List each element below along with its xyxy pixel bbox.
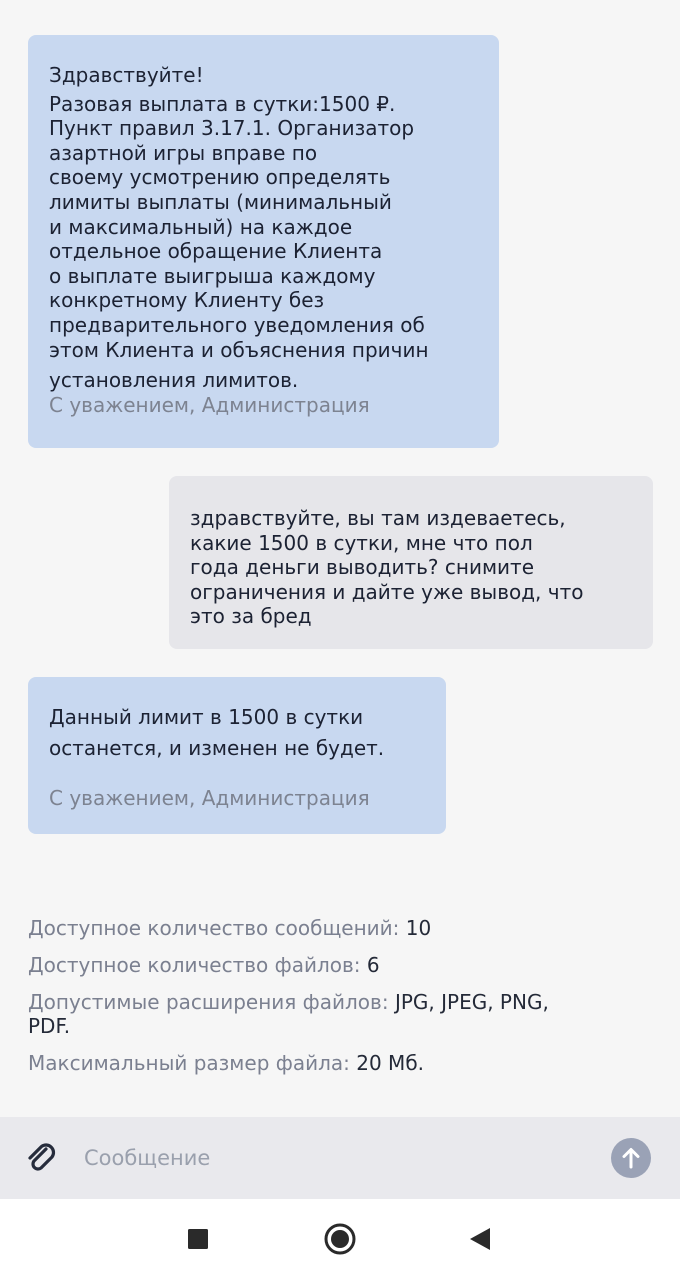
message-line: это за бред xyxy=(190,604,312,629)
system-nav-bar xyxy=(0,1199,680,1280)
info-value: PDF. xyxy=(28,1014,71,1038)
circle-icon xyxy=(324,1223,356,1255)
recents-button[interactable] xyxy=(178,1219,218,1259)
message-line: какие 1500 в сутки, мне что пол xyxy=(190,530,533,555)
message-line: этом Клиента и объяснения причин xyxy=(49,337,429,362)
message-input[interactable] xyxy=(84,1143,584,1173)
message-line: азартной игры вправе по xyxy=(49,140,318,165)
info-label: Доступное количество сообщений: xyxy=(28,916,400,940)
message-line: предварительного уведомления об xyxy=(49,312,425,337)
square-icon xyxy=(188,1229,208,1249)
message-line: отдельное обращение Клиента xyxy=(49,239,383,264)
info-label: Доступное количество файлов: xyxy=(28,953,361,977)
message-signature: С уважением, Администрация xyxy=(49,392,370,417)
chat-area[interactable]: Здравствуйте! Разовая выплата в сутки:15… xyxy=(0,0,680,1117)
arrow-up-icon xyxy=(622,1148,640,1169)
message-composer xyxy=(0,1117,680,1199)
triangle-back-icon xyxy=(470,1228,490,1250)
message-line: установления лимитов. xyxy=(49,368,299,393)
info-value: 20 Мб. xyxy=(356,1051,425,1075)
send-button[interactable] xyxy=(611,1138,651,1178)
message-line: Пункт правил 3.17.1. Организатор xyxy=(49,116,415,141)
message-line: ограничения и дайте уже вывод, что xyxy=(190,579,584,604)
allowed-extensions: Допустимые расширения файлов: JPG, JPEG,… xyxy=(28,990,658,1038)
message-line: Разовая выплата в сутки:1500 ₽. xyxy=(49,91,396,116)
message-line: своему усмотрению определять xyxy=(49,165,391,190)
info-value: 10 xyxy=(405,916,432,940)
messages-limit: Доступное количество сообщений: 10 xyxy=(28,916,658,940)
message-line: Здравствуйте! xyxy=(49,63,204,87)
message-line: о выплате выигрыша каждому xyxy=(49,263,376,288)
paperclip-icon[interactable] xyxy=(24,1140,60,1176)
info-value: 6 xyxy=(366,953,380,977)
files-limit: Доступное количество файлов: 6 xyxy=(28,953,658,977)
info-label: Максимальный размер файла: xyxy=(28,1051,350,1075)
limits-info: Доступное количество сообщений: 10 Досту… xyxy=(28,916,658,1088)
admin-message: Здравствуйте! Разовая выплата в сутки:15… xyxy=(28,35,499,448)
admin-message: Данный лимит в 1500 в сутки останется, и… xyxy=(28,677,446,834)
message-line: и максимальный) на каждое xyxy=(49,214,353,239)
message-signature: С уважением, Администрация xyxy=(49,786,370,811)
message-line: конкретному Клиенту без xyxy=(49,288,325,313)
user-message: здравствуйте, вы там издеваетесь, какие … xyxy=(169,476,653,649)
home-button[interactable] xyxy=(320,1219,360,1259)
message-line: Данный лимит в 1500 в сутки xyxy=(49,705,364,729)
back-button[interactable] xyxy=(460,1219,500,1259)
message-line: года деньги выводить? снимите xyxy=(190,555,534,580)
info-value: JPG, JPEG, PNG, xyxy=(394,990,549,1014)
message-line: здравствуйте, вы там издеваетесь, xyxy=(190,506,566,530)
max-file-size: Максимальный размер файла: 20 Мб. xyxy=(28,1051,658,1075)
message-line: останется, и изменен не будет. xyxy=(49,735,385,760)
info-label: Допустимые расширения файлов: xyxy=(28,990,389,1014)
message-line: лимиты выплаты (минимальный xyxy=(49,189,392,214)
